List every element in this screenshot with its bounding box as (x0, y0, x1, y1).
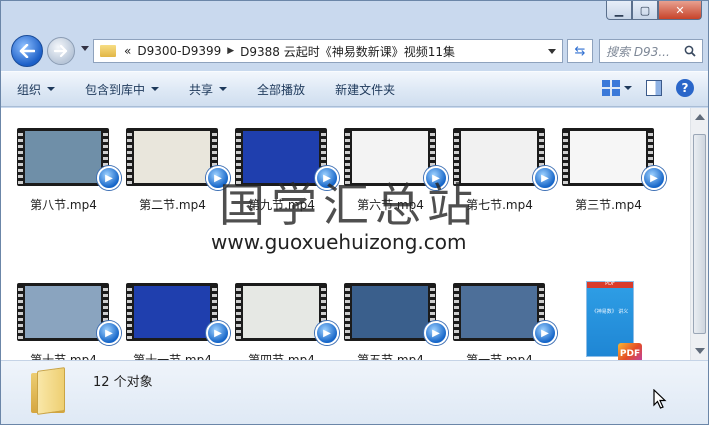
video-thumbnail (344, 283, 436, 341)
watermark-title: 国学汇总站 (219, 178, 479, 232)
back-arrow-icon (19, 44, 35, 58)
file-name: 第八节.mp4 (30, 198, 97, 212)
include-in-library-menu[interactable]: 包含到库中 (85, 81, 160, 98)
video-thumbnail (126, 128, 218, 186)
play-all-button[interactable]: 全部播放 (257, 81, 305, 98)
change-view-icon[interactable] (602, 80, 620, 96)
explorer-window: ▁ ▢ ✕ « D9300-D9399 ▶ D9388 云起时《神易数新课》视频… (0, 0, 709, 425)
address-bar[interactable]: « D9300-D9399 ▶ D9388 云起时《神易数新课》视频11集 (93, 39, 563, 63)
view-dropdown-icon[interactable] (624, 86, 632, 90)
organize-label: 组织 (17, 82, 42, 97)
pdf-title-text: 《神易数》 讲义 (591, 309, 629, 315)
breadcrumb-item-current[interactable]: D9388 云起时《神易数新课》视频11集 (240, 43, 455, 60)
preview-pane-icon[interactable] (646, 80, 662, 96)
pdf-head-text: PDF (605, 281, 615, 287)
search-input[interactable]: 搜索 D93... (606, 43, 670, 60)
play-all-label: 全部播放 (257, 82, 306, 97)
address-dropdown-icon[interactable] (548, 49, 556, 54)
scrollbar-thumb[interactable] (693, 134, 706, 334)
organize-menu[interactable]: 组织 (17, 81, 56, 98)
video-thumbnail (453, 283, 545, 341)
forward-button[interactable] (47, 37, 75, 65)
breadcrumb-overflow[interactable]: « (124, 44, 131, 58)
video-thumbnail (126, 283, 218, 341)
maximize-button[interactable]: ▢ (632, 1, 658, 20)
video-thumbnail (17, 283, 109, 341)
vertical-scrollbar[interactable] (690, 108, 708, 360)
search-box[interactable]: 搜索 D93... (599, 39, 703, 63)
chevron-down-icon (47, 87, 56, 91)
video-thumbnail (17, 128, 109, 186)
breadcrumb-item-parent[interactable]: D9300-D9399 (137, 44, 221, 58)
share-menu[interactable]: 共享 (189, 81, 228, 98)
chevron-down-icon (151, 87, 160, 91)
navigation-bar: « D9300-D9399 ▶ D9388 云起时《神易数新课》视频11集 ⇆ … (1, 31, 708, 69)
details-pane: 12 个对象 (1, 360, 708, 424)
file-item[interactable]: ▶ 第三节.mp4 (554, 118, 666, 273)
forward-arrow-icon (54, 45, 68, 57)
file-name: 第三节.mp4 (575, 198, 642, 212)
watermark-url: www.guoxuehuizong.com (211, 230, 467, 254)
folder-icon (100, 45, 116, 57)
scroll-down-icon[interactable] (695, 348, 705, 354)
breadcrumb: « D9300-D9399 ▶ D9388 云起时《神易数新课》视频11集 (124, 43, 455, 60)
new-folder-label: 新建文件夹 (335, 82, 396, 97)
maximize-icon: ▢ (639, 3, 651, 17)
include-library-label: 包含到库中 (85, 82, 146, 97)
share-label: 共享 (189, 82, 214, 97)
media-player-icon: ▶ (642, 166, 666, 190)
refresh-button[interactable]: ⇆ (567, 39, 593, 63)
file-name: 第二节.mp4 (139, 198, 206, 212)
close-button[interactable]: ✕ (658, 1, 702, 20)
minimize-button[interactable]: ▁ (606, 1, 632, 20)
minimize-icon: ▁ (614, 3, 624, 17)
search-icon (684, 45, 696, 57)
file-item[interactable]: ▶ 第八节.mp4 (9, 118, 121, 273)
back-button[interactable] (11, 35, 43, 67)
history-dropdown-icon[interactable] (81, 46, 89, 51)
refresh-icon: ⇆ (574, 43, 586, 59)
breadcrumb-separator-icon[interactable]: ▶ (227, 46, 234, 56)
video-thumbnail (235, 283, 327, 341)
command-toolbar: 组织 包含到库中 共享 全部播放 新建文件夹 ? (1, 71, 708, 107)
chevron-down-icon (219, 87, 228, 91)
new-folder-button[interactable]: 新建文件夹 (335, 81, 395, 98)
folder-icon (31, 367, 65, 415)
close-icon: ✕ (675, 3, 685, 17)
item-count: 12 个对象 (93, 375, 153, 390)
toolbar-right: ? (602, 79, 694, 97)
scroll-up-icon[interactable] (695, 114, 705, 120)
video-thumbnail (562, 128, 654, 186)
mouse-cursor-icon (653, 389, 667, 409)
caption-buttons: ▁ ▢ ✕ (606, 1, 702, 20)
help-icon[interactable]: ? (676, 79, 694, 97)
